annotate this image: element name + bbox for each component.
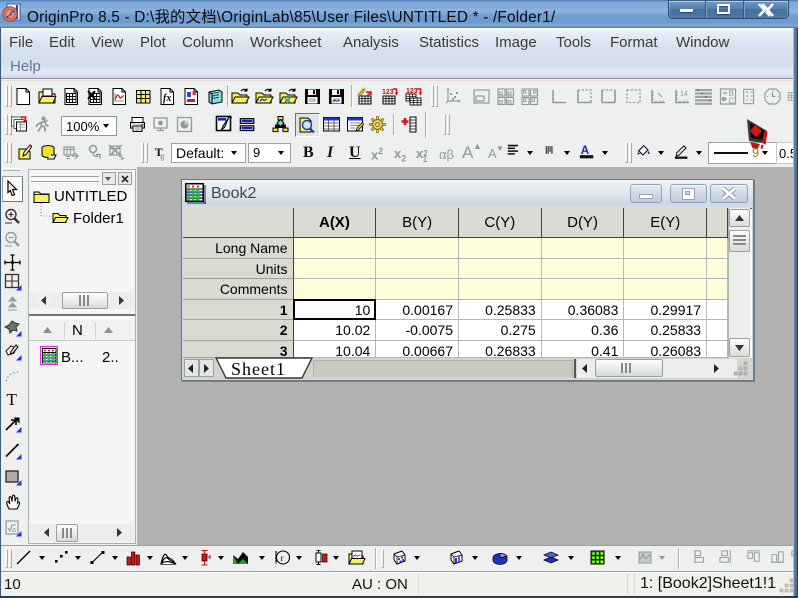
svg-text:T: T	[7, 390, 18, 409]
svg-text:r: r	[281, 553, 284, 563]
svg-text:C: C	[729, 97, 735, 106]
svg-text:123: 123	[382, 89, 394, 96]
svg-text:a: a	[12, 527, 16, 534]
svg-text:14: 14	[680, 91, 688, 98]
svg-text:fx: fx	[163, 93, 171, 104]
svg-text:123: 123	[406, 88, 418, 95]
svg-text:g: g	[160, 151, 164, 160]
